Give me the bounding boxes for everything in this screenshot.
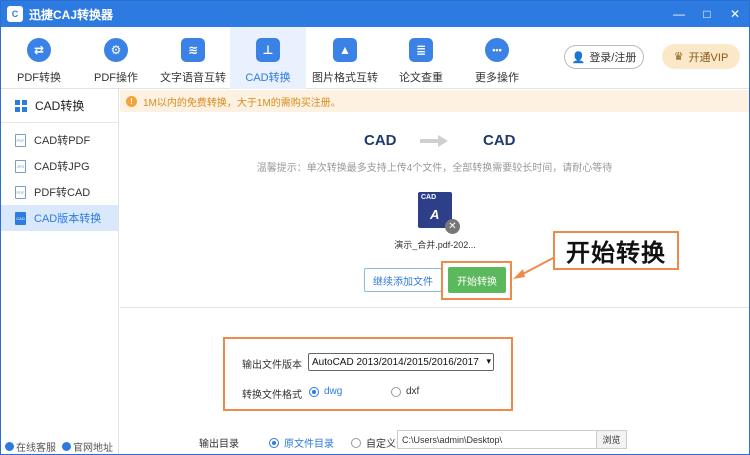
radio-icon — [269, 437, 279, 448]
output-label: 输出目录 — [199, 439, 239, 450]
conversion-panel: CAD CAD 温馨提示：单次转换最多支持上传4个文件，全部转换需要较长时间，请… — [120, 112, 749, 308]
cad-icon: ⊥ — [256, 38, 280, 62]
app-title: 迅捷CAJ转换器 — [29, 7, 114, 22]
format-label: 转换文件格式 — [242, 390, 302, 401]
notice-bar: ! 1M以内的免费转换，大于1M的需购买注册。 — [120, 90, 749, 112]
tab-pdf-convert[interactable]: ⇄ PDF转换 — [4, 27, 74, 89]
close-button[interactable]: ✕ — [727, 6, 743, 22]
window-controls: — □ ✕ — [671, 1, 743, 27]
tip-text: 温馨提示：单次转换最多支持上传4个文件，全部转换需要较长时间，请耐心等待 — [256, 163, 613, 174]
tab-pdf-operate[interactable]: ⚙ PDF操作 — [81, 27, 151, 89]
format-radio-dxf[interactable]: dxf — [391, 386, 419, 397]
file-name: 演示_合并.pdf-202... — [394, 240, 476, 250]
vip-label: 开通VIP — [688, 51, 729, 64]
swap-icon: ⇄ — [27, 38, 51, 62]
title-bar: C 迅捷CAJ转换器 — □ ✕ — [1, 1, 749, 27]
format-radio-dwg[interactable]: dwg — [309, 386, 342, 397]
more-icon: ••• — [485, 38, 509, 62]
sidebar-item-label: CAD转PDF — [34, 135, 91, 147]
settings-panel: 输出文件版本 AutoCAD 2013/2014/2015/2016/2017 … — [120, 309, 749, 454]
user-icon: 👤 — [571, 51, 586, 64]
tab-text-speech[interactable]: ≋ 文字语音互转 — [158, 27, 228, 89]
crown-icon: ♛ — [673, 51, 684, 63]
callout-label: 开始转换 — [553, 231, 679, 270]
output-path-input[interactable]: C:\Users\admin\Desktop\ — [397, 430, 597, 449]
sidebar-header-label: CAD转换 — [35, 99, 85, 113]
tab-cad-convert[interactable]: ⊥ CAD转换 — [230, 27, 306, 89]
arrow-right-icon — [420, 135, 448, 147]
sidebar-item-label: CAD转JPG — [34, 161, 90, 173]
login-button[interactable]: 👤 登录/注册 — [564, 45, 644, 69]
sidebar: CAD转换 PDF CAD转PDF JPG CAD转JPG PDF PDF转CA… — [1, 89, 119, 454]
radio-icon — [309, 386, 319, 397]
tab-more-operations[interactable]: ••• 更多操作 — [462, 27, 532, 89]
tab-label: 文字语音互转 — [160, 72, 226, 84]
maximize-button[interactable]: □ — [699, 6, 715, 22]
search-doc-icon: ≣ — [409, 38, 433, 62]
remove-file-button[interactable]: ✕ — [445, 219, 460, 234]
tab-label: CAD转换 — [245, 72, 291, 84]
output-radio-source[interactable]: 原文件目录 — [269, 435, 334, 450]
sidebar-item-label: PDF转CAD — [34, 187, 91, 199]
version-select[interactable]: AutoCAD 2013/2014/2015/2016/2017 ▾ — [308, 353, 494, 371]
notice-text: 1M以内的免费转换，大于1M的需购买注册。 — [143, 97, 341, 109]
online-service-link[interactable]: 在线客服 — [5, 439, 56, 454]
radio-icon — [351, 437, 361, 448]
speech-icon: ≋ — [181, 38, 205, 62]
main-toolbar: ⇄ PDF转换 ⚙ PDF操作 ≋ 文字语音互转 ⊥ CAD转换 ▲ 图片格式互… — [1, 27, 749, 89]
app-window: C 迅捷CAJ转换器 — □ ✕ ⇄ PDF转换 ⚙ PDF操作 ≋ 文字语音互… — [0, 0, 750, 455]
gear-icon: ⚙ — [104, 38, 128, 62]
login-label: 登录/注册 — [589, 52, 637, 64]
vip-button[interactable]: ♛ 开通VIP — [662, 44, 740, 69]
browse-button[interactable]: 浏览 — [597, 430, 627, 449]
sidebar-item-cad-version[interactable]: CAD CAD版本转换 — [1, 205, 118, 231]
tab-plagiarism-check[interactable]: ≣ 论文查重 — [386, 27, 456, 89]
pdf-file-icon: PDF — [15, 133, 26, 147]
sidebar-item-label: CAD版本转换 — [34, 213, 102, 225]
tab-label: 论文查重 — [399, 72, 443, 84]
pdf-file-icon: PDF — [15, 185, 26, 199]
sidebar-item-cad-to-jpg[interactable]: JPG CAD转JPG — [1, 153, 118, 179]
grid-icon — [15, 99, 27, 112]
jpg-file-icon: JPG — [15, 159, 26, 173]
output-radio-custom[interactable]: 自定义 — [351, 435, 396, 450]
sidebar-header: CAD转换 — [1, 89, 118, 123]
tab-label: 图片格式互转 — [312, 72, 378, 84]
version-label: 输出文件版本 — [242, 360, 302, 371]
warning-icon: ! — [126, 95, 137, 107]
tab-label: PDF操作 — [94, 72, 138, 84]
headset-icon — [5, 441, 14, 451]
radio-icon — [391, 386, 401, 397]
tab-label: PDF转换 — [17, 72, 61, 84]
minimize-button[interactable]: — — [671, 6, 687, 22]
sidebar-item-pdf-to-cad[interactable]: PDF PDF转CAD — [1, 179, 118, 205]
tab-image-format[interactable]: ▲ 图片格式互转 — [310, 27, 380, 89]
source-format: CAD — [364, 132, 397, 149]
add-file-button[interactable]: 继续添加文件 — [364, 268, 442, 292]
official-site-link[interactable]: 官网地址 — [62, 439, 113, 454]
sidebar-footer: 在线客服 官网地址 — [1, 437, 119, 454]
image-icon: ▲ — [333, 38, 357, 62]
start-convert-button[interactable]: 开始转换 — [448, 267, 506, 293]
globe-icon — [62, 441, 71, 451]
target-format: CAD — [483, 132, 516, 149]
app-logo-icon: C — [7, 6, 23, 22]
tab-label: 更多操作 — [475, 72, 519, 84]
cad-file-icon: CAD — [15, 211, 26, 225]
sidebar-item-cad-to-pdf[interactable]: PDF CAD转PDF — [1, 127, 118, 153]
chevron-down-icon: ▾ — [486, 356, 491, 366]
